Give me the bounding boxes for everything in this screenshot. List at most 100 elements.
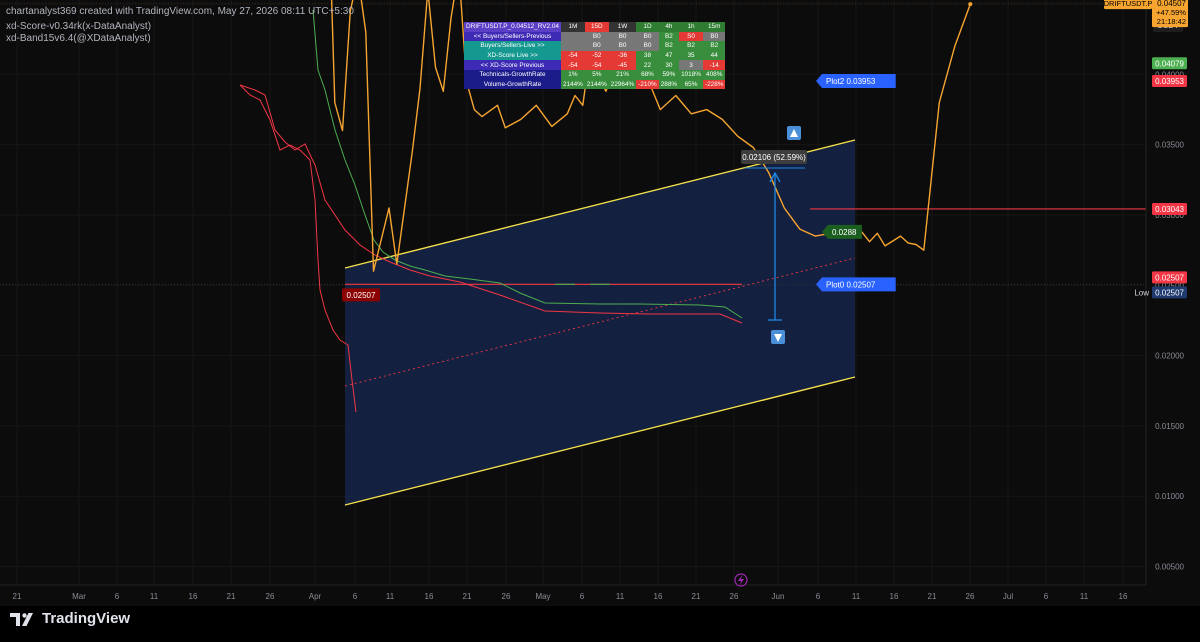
table-row-label: << XD-Score Previous: [464, 60, 561, 70]
tradingview-logo-icon: [10, 612, 33, 626]
x-tick-label: 21: [692, 592, 701, 601]
table-cell: B0: [636, 31, 659, 42]
indicator-1-label[interactable]: xd-Score-v0.34rk(x-DataAnalyst): [6, 21, 151, 32]
x-tick-label: 16: [1119, 592, 1128, 601]
table-cell: -54: [584, 60, 609, 70]
table-cell: 22: [636, 60, 659, 70]
table-cell: -54: [560, 50, 585, 61]
table-cell: B0: [584, 31, 609, 42]
footer-bar: [0, 606, 1200, 642]
x-tick-label: 16: [425, 592, 434, 601]
x-tick-label: 6: [353, 592, 358, 601]
price-badge-text: 0.02507: [1155, 288, 1184, 297]
table-header-cell: 15m: [702, 22, 726, 32]
measure-label-text: 0.02106 (52.59%): [742, 153, 806, 162]
x-tick-label: 26: [502, 592, 511, 601]
x-tick-label: 6: [580, 592, 585, 601]
table-cell: -52: [584, 50, 609, 61]
table-cell: 68%: [636, 69, 659, 80]
plot-label-text: Plot2 0.03953: [826, 77, 876, 86]
table-header-row: DRIFTUSDT.P_0.04512_RV2.04 1M 15D 1W 1D 4h 1h 1…: [464, 22, 726, 32]
down-arrow-button[interactable]: [771, 330, 785, 344]
x-tick-label: 11: [386, 592, 395, 601]
table-cell: S0: [679, 31, 703, 42]
table-row: Technicals-GrowthRate 1% 5% 21% 68% 59% 1018% 4…: [464, 69, 726, 80]
x-tick-label: 21: [13, 592, 22, 601]
table-cell: B0: [608, 41, 637, 51]
up-arrow-button[interactable]: [787, 126, 801, 140]
table-row: Volume-GrowthRate 2144% 2144% 22964% -210% 28…: [464, 79, 726, 90]
x-tick-label: 16: [189, 592, 198, 601]
plot-label[interactable]: 0.0288: [822, 224, 862, 239]
plot-label[interactable]: Plot2 0.03953: [816, 74, 896, 89]
table-cell: -210%: [636, 79, 659, 90]
x-tick-label: 21: [928, 592, 937, 601]
table-row: Buyers/Sellers-Live >> B0 B0 B0 B2 B2 B2: [464, 41, 726, 51]
price-badge-text: 0.02507: [1155, 273, 1184, 282]
plot-label-text: Plot0 0.02507: [826, 280, 876, 289]
price-badge-text: 0.03043: [1155, 205, 1184, 214]
table-cell: 59%: [658, 69, 680, 80]
y-tick-label: 0.01500: [1155, 422, 1184, 431]
indicator-2-label[interactable]: xd-Band15v6.4(@XDataAnalyst): [6, 33, 151, 44]
table-cell: [560, 31, 585, 42]
y-tick-label: 0.03500: [1155, 141, 1184, 150]
table-cell: B2: [658, 31, 680, 42]
plot-label[interactable]: Plot0 0.02507: [816, 277, 896, 292]
x-tick-label: 11: [1080, 592, 1089, 601]
low-axis-label: Low: [1134, 288, 1149, 297]
table-cell: -228%: [702, 79, 726, 90]
table-header-cell: 1h: [679, 22, 703, 32]
table-cell: B2: [702, 41, 726, 51]
table-cell: 44: [702, 50, 726, 61]
table-cell: 47: [658, 50, 680, 61]
table-cell: 1%: [560, 69, 585, 80]
x-tick-label: 11: [616, 592, 625, 601]
price-axis[interactable]: [1146, 0, 1200, 606]
table-header-cell: 4h: [658, 22, 680, 32]
x-tick-label: Jun: [772, 592, 785, 601]
x-tick-label: 26: [266, 592, 275, 601]
x-tick-label: Mar: [72, 592, 86, 601]
x-tick-label: 6: [816, 592, 821, 601]
table-header-cell: 1M: [560, 22, 585, 32]
price-badge-text: 0.03953: [1155, 77, 1184, 86]
countdown-text: 21:18:42: [1157, 17, 1186, 26]
table-cell: [560, 41, 585, 51]
table-title-cell: DRIFTUSDT.P_0.04512_RV2.04: [464, 22, 561, 32]
price-change-text: +47.59%: [1156, 8, 1186, 17]
last-price-badge: 0.04507+47.59%21:18:42: [1152, 0, 1188, 28]
symbol-badge[interactable]: DRIFTUSDT.P: [1104, 0, 1153, 10]
table-cell: B2: [658, 41, 680, 51]
table-cell: -54: [560, 60, 585, 70]
tradingview-brand: TradingView: [42, 610, 131, 627]
table-header-cell: 15D: [584, 22, 609, 32]
table-row: XD-Score Live >> -54 -52 -36 38 47 35 44: [464, 50, 726, 61]
table-row-label: XD-Score Live >>: [464, 50, 561, 61]
x-tick-label: 16: [890, 592, 899, 601]
table-cell: 288%: [658, 79, 680, 90]
table-row-label: Technicals-GrowthRate: [464, 69, 561, 80]
table-row-label: << Buyers/Sellers-Previous: [464, 31, 561, 42]
low-marker-text: 0.02507: [347, 291, 376, 300]
table-row-label: Buyers/Sellers-Live >>: [464, 41, 561, 51]
price-badge: 0.04079: [1152, 57, 1187, 70]
xd-score-table: DRIFTUSDT.P_0.04512_RV2.04 1M 15D 1W 1D 4h 1h 1…: [464, 22, 726, 90]
table-cell: 38: [636, 50, 659, 61]
x-tick-label: 16: [654, 592, 663, 601]
table-cell: 2144%: [584, 79, 609, 90]
measure-label: 0.02106 (52.59%): [741, 150, 807, 164]
table-header-cell: 1W: [608, 22, 637, 32]
table-cell: 2144%: [560, 79, 585, 90]
price-badge: 0.03953: [1152, 75, 1187, 88]
price-badge: 0.02507: [1152, 286, 1187, 299]
table-cell: B2: [679, 41, 703, 51]
table-cell: 408%: [702, 69, 726, 80]
low-marker: 0.02507: [342, 288, 380, 302]
table-cell: 21%: [608, 69, 637, 80]
x-tick-label: 6: [115, 592, 120, 601]
table-cell: 1018%: [679, 69, 703, 80]
table-row-label: Volume-GrowthRate: [464, 79, 561, 90]
x-tick-label: 26: [966, 592, 975, 601]
tradingview-logo[interactable]: TradingView: [10, 610, 130, 627]
